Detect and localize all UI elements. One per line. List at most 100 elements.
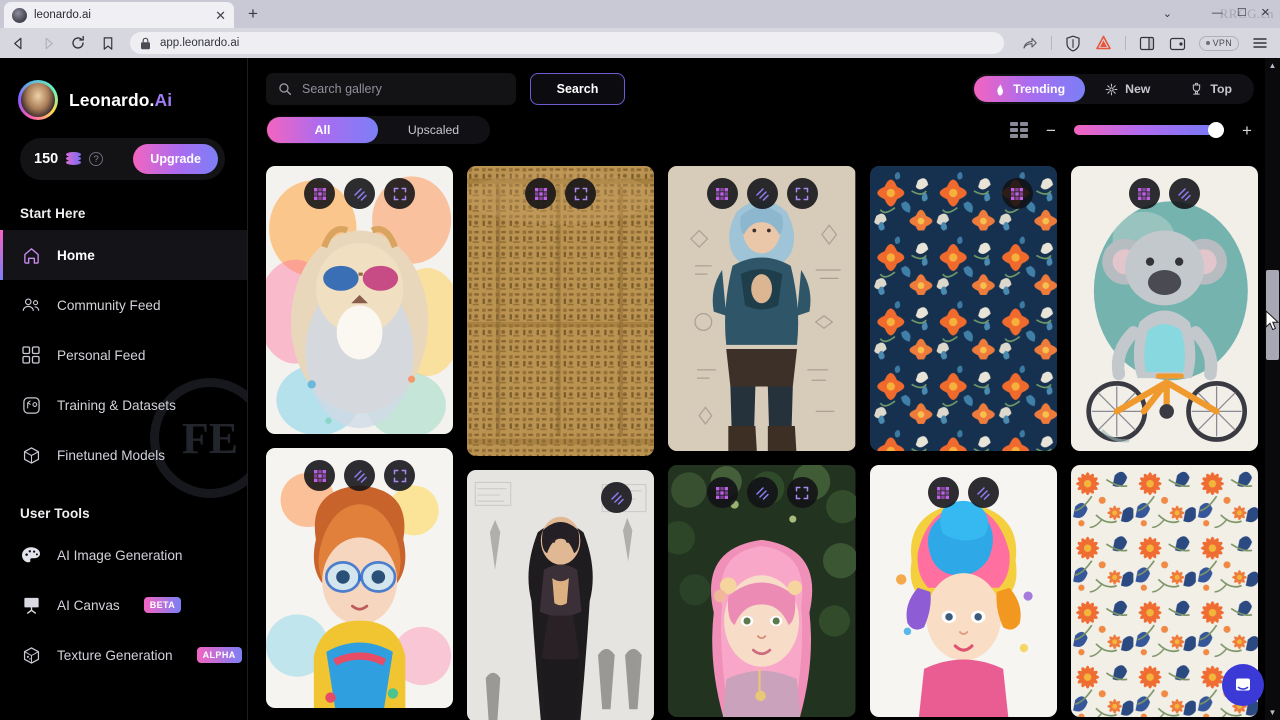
grid-icon [20, 344, 42, 366]
gallery-card-egyptian-hieroglyph-wall[interactable] [467, 166, 655, 456]
wallet-icon[interactable] [1168, 33, 1188, 53]
variation-icon[interactable] [1168, 178, 1200, 209]
scrollbar-up-arrow[interactable]: ▲ [1265, 58, 1280, 73]
lock-icon [141, 37, 150, 49]
variation-icon[interactable] [746, 477, 778, 508]
sidebar-item-training-datasets[interactable]: Training & Datasets [0, 380, 247, 430]
badge-alpha: ALPHA [196, 647, 242, 663]
toolbar-row-filters: All Upscaled − + [266, 111, 1254, 149]
expand-icon[interactable] [786, 178, 818, 209]
tab-top[interactable]: Top [1170, 76, 1252, 102]
gallery-card-pink-haired-fairy-portrait[interactable] [668, 465, 856, 717]
upscale-icon[interactable] [706, 477, 738, 508]
sort-tab-group: Trending New Top [972, 74, 1254, 104]
gallery-card-koala-riding-bicycle[interactable] [1070, 166, 1258, 451]
browser-tab[interactable]: leonardo.ai ✕ [4, 2, 234, 28]
filter-upscaled[interactable]: Upscaled [378, 117, 489, 143]
sidebar-item-personal-feed[interactable]: Personal Feed [0, 330, 247, 380]
zoom-slider-thumb[interactable] [1208, 122, 1224, 138]
upscale-icon[interactable] [1128, 178, 1160, 209]
scrollbar-down-arrow[interactable]: ▼ [1265, 705, 1280, 720]
sidebar-item-home[interactable]: Home [0, 230, 247, 280]
variation-icon[interactable] [967, 477, 999, 508]
tab-close-icon[interactable]: ✕ [215, 9, 226, 22]
zoom-out-button[interactable]: − [1044, 122, 1058, 139]
sidebar-item-label: Home [57, 247, 95, 263]
sidebar-item-ai-image-generation[interactable]: AI Image Generation [0, 530, 247, 580]
zoom-slider[interactable] [1074, 122, 1224, 138]
share-icon[interactable] [1020, 33, 1040, 53]
sidebar-item-label: Community Feed [57, 297, 161, 313]
gallery-card-dark-haired-warrior-sheet[interactable] [467, 470, 655, 720]
upscale-icon[interactable] [525, 178, 557, 209]
trophy-icon [1193, 82, 1201, 95]
gallery-card-blue-haired-fantasy-warrior[interactable] [668, 166, 856, 451]
sidebar-panel-icon[interactable] [1137, 33, 1157, 53]
sidebar-item-community-feed[interactable]: Community Feed [0, 280, 247, 330]
variation-icon[interactable] [344, 460, 376, 491]
search-input[interactable]: Search gallery [266, 73, 516, 105]
variation-icon[interactable] [344, 178, 376, 209]
window-minimize-button[interactable]: — [1212, 7, 1223, 19]
sidebar-item-ai-canvas[interactable]: AI Canvas BETA [0, 580, 247, 630]
new-tab-button[interactable]: + [240, 1, 266, 27]
gallery-card-colorful-lion-sunglasses[interactable] [266, 166, 454, 434]
upscale-icon[interactable] [706, 178, 738, 209]
variation-icon[interactable] [601, 482, 633, 513]
leonardo-logo-icon [18, 80, 58, 120]
bookmark-icon[interactable] [98, 33, 118, 53]
artwork-hieroglyph [467, 166, 655, 456]
upscale-icon[interactable] [304, 178, 336, 209]
url-text: app.leonardo.ai [160, 37, 240, 49]
search-button[interactable]: Search [530, 73, 625, 105]
brand-header[interactable]: Leonardo.Ai [0, 58, 247, 120]
upscale-icon[interactable] [304, 460, 336, 491]
zoom-in-button[interactable]: + [1240, 122, 1254, 139]
home-icon [20, 244, 42, 266]
vpn-indicator[interactable]: VPN [1198, 35, 1239, 51]
sidebar-item-texture-generation[interactable]: Texture Generation ALPHA [0, 630, 247, 680]
sidebar-item-finetuned-models[interactable]: Finetuned Models [0, 430, 247, 480]
sidebar-nav-list: Home Community Feed Personal Feed Traini… [0, 230, 247, 480]
intercom-chat-button[interactable] [1222, 664, 1264, 706]
brave-lion-icon[interactable] [1094, 33, 1114, 53]
brand-name-suffix: Ai [154, 89, 173, 110]
expand-icon[interactable] [384, 178, 416, 209]
card-action-bar [266, 460, 453, 491]
tab-trending[interactable]: Trending [974, 76, 1086, 102]
upgrade-button[interactable]: Upgrade [133, 144, 218, 174]
window-maximize-button[interactable]: ☐ [1237, 7, 1247, 19]
brave-shields-icon[interactable] [1063, 33, 1083, 53]
toolbar-divider-2 [1124, 36, 1126, 50]
browser-menu-icon[interactable] [1250, 33, 1270, 53]
expand-icon[interactable] [786, 477, 818, 508]
tab-label: Trending [1013, 82, 1066, 96]
sidebar-item-label: Training & Datasets [57, 397, 176, 413]
variation-icon[interactable] [746, 178, 778, 209]
page-scrollbar[interactable]: ▲ ▼ [1265, 58, 1280, 720]
grid-layout-icon[interactable] [1010, 122, 1028, 138]
gallery-card-orange-blue-floral-pattern[interactable] [869, 166, 1057, 451]
expand-icon[interactable] [565, 178, 597, 209]
reload-icon[interactable] [68, 33, 88, 53]
help-question-icon[interactable]: ? [89, 152, 104, 166]
forward-icon[interactable] [38, 33, 58, 53]
address-bar[interactable]: app.leonardo.ai [130, 32, 1004, 54]
tab-new[interactable]: New [1085, 76, 1170, 102]
back-icon[interactable] [8, 33, 28, 53]
scrollbar-thumb[interactable] [1266, 270, 1279, 360]
tab-list-chevron-icon[interactable]: ⌄ [1163, 0, 1172, 26]
upscale-icon[interactable] [1001, 178, 1033, 209]
flame-icon [997, 83, 1004, 95]
gallery-card-girl-blue-glasses-hoodie[interactable] [266, 448, 454, 708]
filter-all[interactable]: All [267, 117, 378, 143]
zoom-controls: − + [1010, 122, 1254, 139]
credits-count: 150 [34, 151, 59, 167]
sidebar-item-label: AI Canvas [57, 597, 120, 613]
card-action-bar [467, 482, 654, 513]
upscale-icon[interactable] [927, 477, 959, 508]
window-close-button[interactable]: ✕ [1261, 7, 1270, 19]
scrollbar-track[interactable] [1265, 73, 1280, 705]
gallery-card-rainbow-hair-girl-portrait[interactable] [869, 465, 1057, 717]
expand-icon[interactable] [384, 460, 416, 491]
